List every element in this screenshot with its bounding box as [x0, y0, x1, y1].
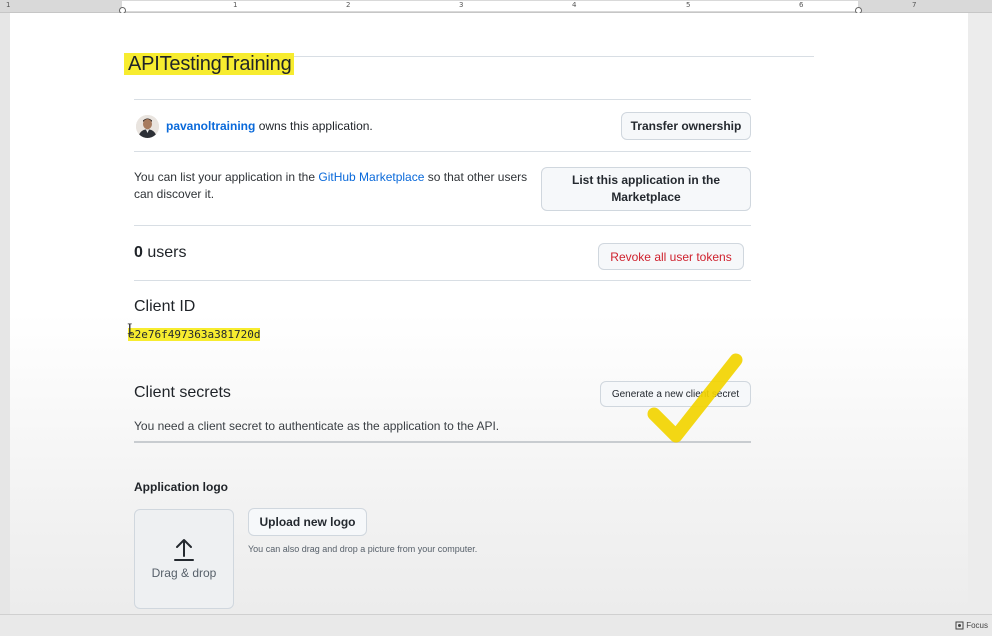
owner-line: pavanoltraining owns this application.: [166, 119, 373, 133]
transfer-ownership-button[interactable]: Transfer ownership: [621, 112, 751, 140]
divider: [134, 151, 751, 152]
client-secrets-description: You need a client secret to authenticate…: [134, 419, 500, 433]
application-logo-heading: Application logo: [134, 480, 228, 494]
marketplace-description: You can list your application in the Git…: [134, 169, 544, 203]
checkmark-annotation-icon: [647, 353, 743, 443]
page-margin: [968, 13, 992, 614]
users-count-number: 0: [134, 244, 143, 261]
ruler-number: 1: [6, 1, 11, 9]
text-cursor-icon: I: [127, 322, 133, 338]
ruler-number: 6: [799, 1, 804, 9]
ruler-number: 5: [686, 1, 691, 9]
client-id-value[interactable]: e2e76f497363a381720d: [128, 328, 261, 341]
ruler-number: 3: [459, 1, 464, 9]
ruler-number: 4: [572, 1, 577, 9]
revoke-user-tokens-button[interactable]: Revoke all user tokens: [598, 243, 744, 270]
upload-arrow-icon: [174, 539, 194, 561]
client-id-heading: Client ID: [134, 298, 196, 315]
dropzone-label: Drag & drop: [151, 566, 217, 580]
focus-mode-button[interactable]: Focus: [955, 621, 988, 630]
users-count-label: users: [147, 244, 187, 261]
logo-dropzone[interactable]: Drag & drop: [134, 509, 234, 609]
upload-logo-button[interactable]: Upload new logo: [248, 508, 367, 536]
marketplace-text-before: You can list your application in the: [134, 170, 316, 184]
divider: [134, 225, 751, 226]
divider: [134, 99, 751, 100]
owner-suffix: owns this application.: [258, 119, 373, 133]
focus-icon: [955, 621, 964, 630]
app-title-text: APITestingTraining: [124, 53, 294, 75]
ruler-number: 2: [346, 1, 351, 9]
page-title: APITestingTraining: [124, 53, 294, 76]
github-marketplace-link[interactable]: GitHub Marketplace: [318, 170, 424, 184]
list-in-marketplace-button[interactable]: List this application in the Marketplace: [541, 167, 751, 211]
users-count: 0 users: [134, 244, 186, 262]
ruler-number: 7: [912, 1, 917, 9]
status-bar: Focus: [0, 614, 992, 636]
divider: [134, 280, 751, 281]
focus-label: Focus: [966, 621, 988, 630]
owner-link[interactable]: pavanoltraining: [166, 119, 255, 133]
client-id-text: e2e76f497363a381720d: [128, 328, 261, 341]
ruler-number: 1: [233, 1, 238, 9]
avatar[interactable]: [136, 115, 159, 138]
client-secrets-heading: Client secrets: [134, 384, 231, 401]
ruler: 1 1 2 3 4 5 6 7: [0, 0, 992, 14]
upload-hint: You can also drag and drop a picture fro…: [248, 544, 478, 554]
